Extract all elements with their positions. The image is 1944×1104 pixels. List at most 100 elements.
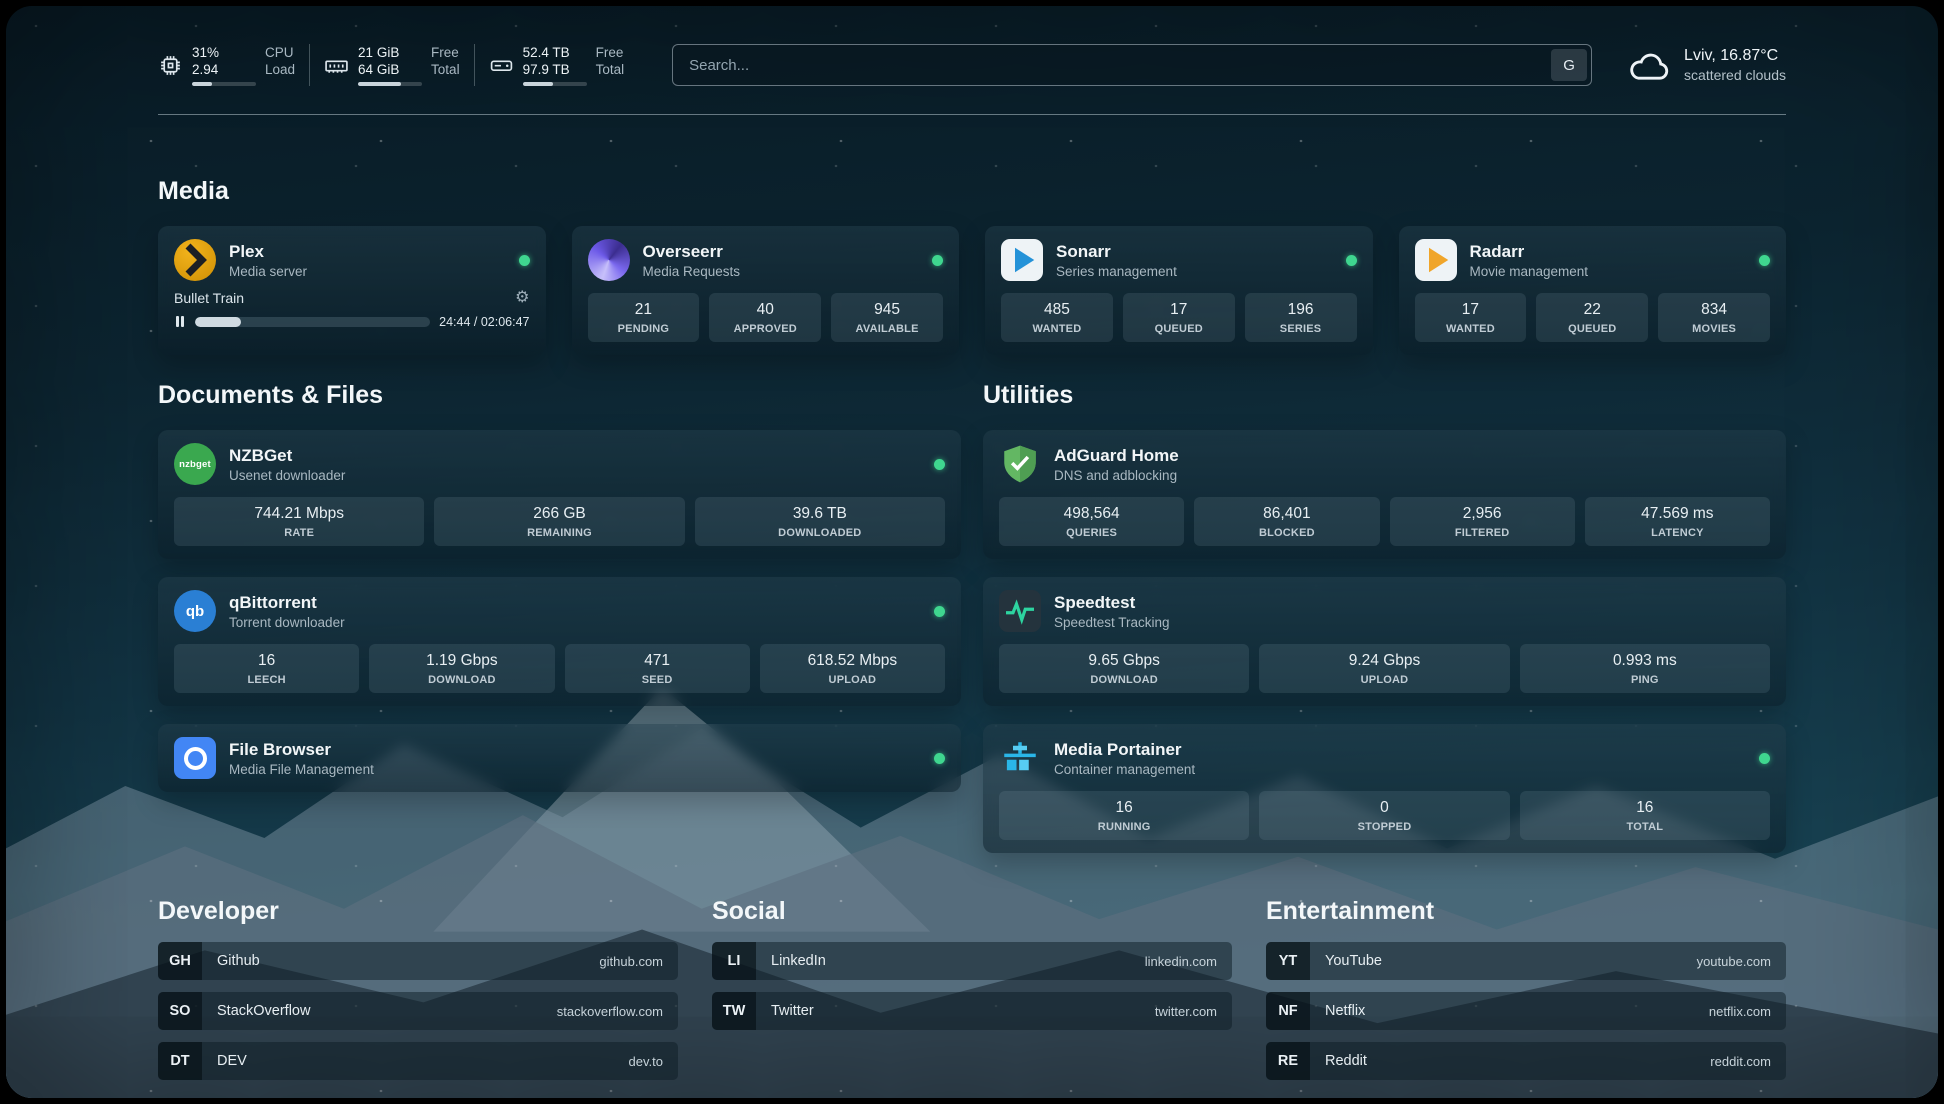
cpu-values: 31% 2.94	[192, 44, 256, 86]
disk-progress-bar	[523, 82, 587, 86]
memory-progress-bar	[358, 82, 422, 86]
bookmark-url: linkedin.com	[1145, 954, 1217, 969]
service-name: Media Portainer	[1054, 739, 1195, 760]
service-card-nzbget[interactable]: nzbget NZBGet Usenet downloader 744.21 M…	[158, 430, 961, 559]
nzbget-icon: nzbget	[174, 443, 216, 485]
search-provider-button[interactable]: G	[1551, 49, 1587, 81]
memory-values: 21 GiB 64 GiB	[358, 44, 422, 86]
service-card-plex[interactable]: Plex Media server Bullet Train ⚙	[158, 226, 546, 355]
bookmark-github[interactable]: GH Github github.com	[158, 942, 678, 980]
stat-box: 39.6 TB DOWNLOADED	[695, 497, 945, 546]
pause-button[interactable]	[174, 314, 186, 329]
disk-values: 52.4 TB 97.9 TB	[523, 44, 587, 86]
nzbget-icon-text: nzbget	[179, 459, 211, 470]
media-grid: Plex Media server Bullet Train ⚙	[158, 226, 1786, 355]
stat-box: 834 MOVIES	[1658, 293, 1770, 342]
status-dot	[1759, 753, 1770, 764]
service-desc: DNS and adblocking	[1054, 467, 1179, 484]
section-media: Media Plex Media server Bullet	[158, 177, 1786, 355]
bookmark-name: LinkedIn	[771, 953, 826, 969]
service-desc: Container management	[1054, 761, 1195, 778]
bookmark-abbr: NF	[1266, 992, 1310, 1030]
service-name: qBittorrent	[229, 592, 345, 613]
stat-box: 9.24 Gbps UPLOAD	[1259, 644, 1509, 693]
stat-box: 22 QUEUED	[1536, 293, 1648, 342]
stat-box: 21 PENDING	[588, 293, 700, 342]
status-dot	[519, 255, 530, 266]
stat-box: 9.65 Gbps DOWNLOAD	[999, 644, 1249, 693]
bookmark-stackoverflow[interactable]: SO StackOverflow stackoverflow.com	[158, 992, 678, 1030]
section-title-media: Media	[158, 177, 1786, 206]
stat-box: 945 AVAILABLE	[831, 293, 943, 342]
bookmark-url: netflix.com	[1709, 1004, 1771, 1019]
service-card-adguard-home[interactable]: AdGuard Home DNS and adblocking 498,564 …	[983, 430, 1786, 559]
weather-widget[interactable]: Lviv, 16.87°C scattered clouds	[1626, 47, 1786, 83]
service-desc: Usenet downloader	[229, 467, 345, 484]
stat-box: 16 LEECH	[174, 644, 359, 693]
cpu-widget: 31% 2.94 CPU Load	[158, 44, 309, 86]
memory-total: 64 GiB	[358, 61, 422, 78]
stat-box: 498,564 QUERIES	[999, 497, 1184, 546]
gear-icon[interactable]: ⚙	[515, 290, 529, 306]
dashboard-screen: 31% 2.94 CPU Load	[6, 6, 1938, 1098]
service-name: Overseerr	[643, 241, 741, 262]
bookmark-url: reddit.com	[1710, 1054, 1771, 1069]
weather-location: Lviv, 16.87°C	[1684, 47, 1786, 65]
bookmark-name: YouTube	[1325, 953, 1382, 969]
bookmark-abbr: TW	[712, 992, 756, 1030]
bookmark-url: github.com	[599, 954, 663, 969]
cloud-icon	[1626, 48, 1672, 82]
top-bar: 31% 2.94 CPU Load	[158, 6, 1786, 86]
playback-progress-bar[interactable]	[195, 317, 430, 327]
memory-widget: 21 GiB 64 GiB Free Total	[309, 44, 474, 86]
cpu-labels: CPU Load	[265, 44, 295, 86]
bookmark-youtube[interactable]: YT YouTube youtube.com	[1266, 942, 1786, 980]
service-card-portainer[interactable]: Media Portainer Container management 16 …	[983, 724, 1786, 853]
memory-free: 21 GiB	[358, 44, 422, 61]
status-dot	[934, 753, 945, 764]
disk-free: 52.4 TB	[523, 44, 587, 61]
bookmark-name: Twitter	[771, 1003, 814, 1019]
status-dot	[934, 606, 945, 617]
stat-box: 1.19 Gbps DOWNLOAD	[369, 644, 554, 693]
disk-label-bottom: Total	[596, 61, 625, 78]
playback-time: 24:44 / 02:06:47	[439, 315, 529, 329]
radarr-icon	[1415, 239, 1457, 281]
service-card-sonarr[interactable]: Sonarr Series management 485 WANTED 17 Q…	[985, 226, 1373, 355]
bookmark-reddit[interactable]: RE Reddit reddit.com	[1266, 1042, 1786, 1080]
stat-box: 40 APPROVED	[709, 293, 821, 342]
status-dot	[932, 255, 943, 266]
search-input[interactable]	[672, 44, 1592, 86]
bookmark-name: DEV	[217, 1053, 247, 1069]
qbittorrent-icon-text: qb	[186, 603, 204, 620]
service-name: Speedtest	[1054, 592, 1170, 613]
disk-widget: 52.4 TB 97.9 TB Free Total	[474, 44, 639, 86]
bookmark-twitter[interactable]: TW Twitter twitter.com	[712, 992, 1232, 1030]
service-desc: Media File Management	[229, 761, 374, 778]
sonarr-icon	[1001, 239, 1043, 281]
bookmark-name: Github	[217, 953, 260, 969]
service-card-overseerr[interactable]: Overseerr Media Requests 21 PENDING 40 A…	[572, 226, 960, 355]
service-card-speedtest[interactable]: Speedtest Speedtest Tracking 9.65 Gbps D…	[983, 577, 1786, 706]
stat-box: 744.21 Mbps RATE	[174, 497, 424, 546]
service-desc: Movie management	[1470, 263, 1589, 280]
section-title-utilities: Utilities	[983, 381, 1786, 410]
qbittorrent-icon: qb	[174, 590, 216, 632]
stat-box: 47.569 ms LATENCY	[1585, 497, 1770, 546]
disk-total: 97.9 TB	[523, 61, 587, 78]
service-card-qbittorrent[interactable]: qb qBittorrent Torrent downloader 16 LEE…	[158, 577, 961, 706]
service-name: Radarr	[1470, 241, 1589, 262]
service-card-radarr[interactable]: Radarr Movie management 17 WANTED 22 QUE…	[1399, 226, 1787, 355]
cpu-label-bottom: Load	[265, 61, 295, 78]
memory-icon	[324, 53, 349, 78]
memory-labels: Free Total	[431, 44, 460, 86]
search-bar: G	[672, 44, 1592, 86]
bookmark-url: twitter.com	[1155, 1004, 1217, 1019]
bookmark-netflix[interactable]: NF Netflix netflix.com	[1266, 992, 1786, 1030]
service-desc: Torrent downloader	[229, 614, 345, 631]
service-card-filebrowser[interactable]: File Browser Media File Management	[158, 724, 961, 792]
bookmark-dev[interactable]: DT DEV dev.to	[158, 1042, 678, 1080]
bookmark-abbr: GH	[158, 942, 202, 980]
speedtest-icon	[999, 590, 1041, 632]
bookmark-linkedin[interactable]: LI LinkedIn linkedin.com	[712, 942, 1232, 980]
